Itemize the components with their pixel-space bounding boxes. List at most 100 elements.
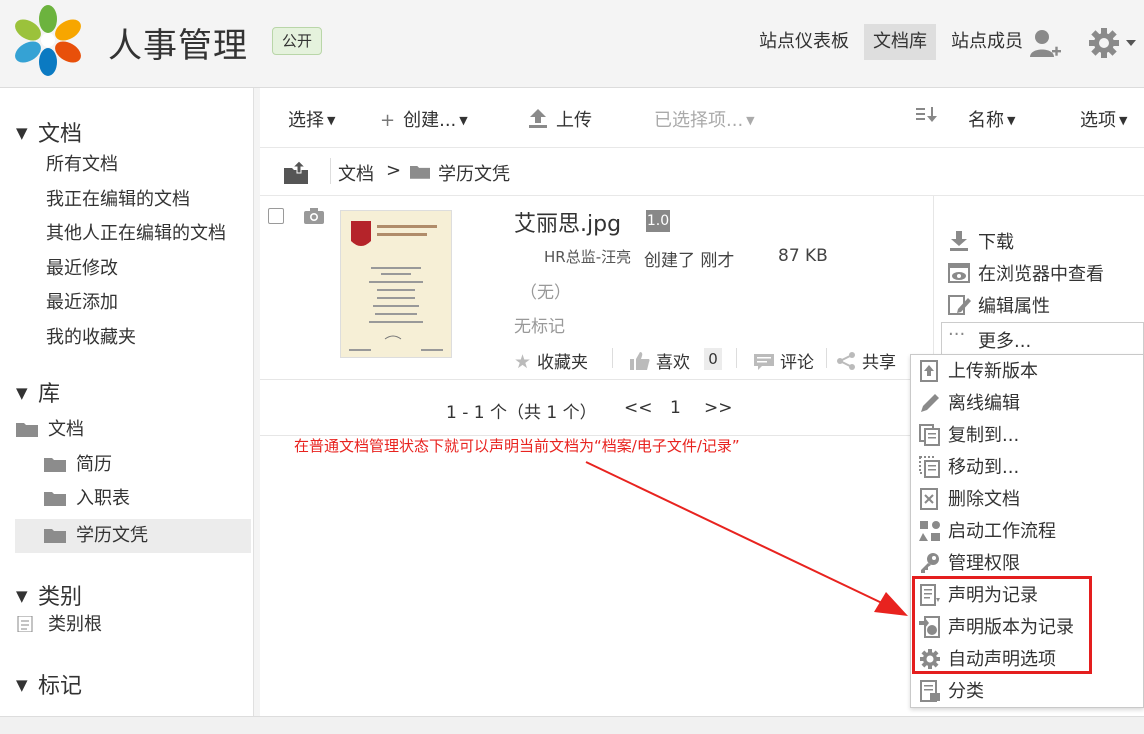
nav-site-dashboard[interactable]: 站点仪表板 [750, 24, 858, 60]
documents-section-toggle[interactable]: ▼ 文档 [16, 116, 82, 148]
document-name-link[interactable]: 艾丽思.jpg [514, 206, 621, 238]
download-label: 下载 [978, 232, 1014, 253]
categories-heading: 类别 [38, 585, 83, 610]
folder-icon [410, 166, 430, 179]
tags-section-toggle[interactable]: ▼ 标记 [16, 668, 82, 700]
upload-button[interactable]: 上传 [528, 106, 592, 132]
create-menu-button[interactable]: + 创建... ▼ [380, 106, 468, 132]
share-button[interactable]: 共享 [836, 348, 896, 373]
folder-label: 文档 [48, 419, 84, 440]
comment-button[interactable]: 评论 [754, 348, 814, 373]
caret-down-icon: ▼ [746, 114, 755, 127]
breadcrumb: 文档 > 学历文凭 [260, 148, 1144, 196]
download-icon [950, 231, 968, 251]
menu-item-label: 上传新版本 [948, 361, 1038, 382]
upload-label: 上传 [556, 110, 592, 131]
folder-onboarding-forms[interactable]: 入职表 [44, 482, 130, 516]
menu-item-copy-to[interactable]: 复制到... [919, 421, 1019, 451]
options-menu[interactable]: 选项 ▼ [1080, 106, 1127, 132]
classify-icon [920, 680, 940, 702]
category-root[interactable]: 类别根 [16, 608, 102, 642]
sidebar-link-favorites[interactable]: 我的收藏夹 [46, 323, 136, 349]
folder-up-icon[interactable] [284, 160, 308, 184]
menu-item-label: 离线编辑 [948, 393, 1020, 414]
favorite-label: 收藏夹 [537, 353, 589, 373]
menu-item-delete-document[interactable]: 删除文档 [919, 485, 1020, 515]
thumbs-up-icon [630, 352, 650, 370]
sort-field-label: 名称 [968, 110, 1004, 131]
star-icon: ★ [514, 351, 532, 373]
tags-heading: 标记 [38, 674, 83, 699]
pagination: 1 - 1 个（共 1 个） << 1 >> [260, 380, 910, 436]
folder-icon [16, 423, 38, 437]
view-in-browser-action[interactable]: 在浏览器中查看 [948, 260, 1104, 286]
camera-icon [304, 208, 324, 224]
select-menu-button[interactable]: 选择 ▼ [288, 106, 335, 132]
caret-down-icon: ▼ [327, 114, 336, 127]
sidebar-resize-handle[interactable] [253, 88, 260, 716]
sort-direction-button[interactable] [916, 106, 940, 127]
menu-item-label: 管理权限 [948, 553, 1020, 574]
selected-items-menu[interactable]: 已选择项... ▼ [654, 106, 755, 132]
sidebar-link-recently-modified[interactable]: 最近修改 [46, 254, 118, 280]
annotation-note: 在普通文档管理状态下就可以声明当前文档为“档案/电子文件/记录” [294, 437, 740, 455]
edit-properties-action[interactable]: 编辑属性 [948, 292, 1050, 318]
library-section-toggle[interactable]: ▼ 库 [16, 376, 60, 408]
folder-icon [44, 458, 66, 472]
comment-label: 评论 [780, 353, 814, 373]
menu-item-move-to[interactable]: 移动到... [919, 453, 1019, 483]
document-tags: 无标记 [514, 317, 565, 337]
share-icon [837, 352, 855, 370]
pagination-next[interactable]: >> [704, 398, 733, 418]
categories-section-toggle[interactable]: ▼ 类别 [16, 579, 82, 611]
alfresco-logo-icon[interactable] [12, 4, 84, 76]
menu-item-upload-new-version[interactable]: 上传新版本 [919, 357, 1038, 387]
folder-resume[interactable]: 简历 [44, 448, 112, 482]
more-actions-button[interactable]: ··· 更多... [941, 322, 1144, 354]
sidebar-link-recently-added[interactable]: 最近添加 [46, 288, 118, 314]
document-thumbnail[interactable] [340, 210, 452, 358]
breadcrumb-divider [330, 158, 331, 184]
version-badge: 1.0 [646, 210, 670, 232]
menu-item-start-workflow[interactable]: 启动工作流程 [919, 517, 1056, 547]
folder-label: 学历文凭 [76, 525, 148, 546]
more-label: 更多... [978, 331, 1032, 352]
gear-icon[interactable] [1088, 27, 1138, 59]
menu-item-label: 启动工作流程 [948, 521, 1056, 542]
download-action[interactable]: 下载 [948, 228, 1014, 254]
like-button[interactable]: 喜欢 [630, 348, 690, 373]
menu-item-label: 删除文档 [948, 489, 1020, 510]
pencil-icon [921, 394, 939, 412]
breadcrumb-root-link[interactable]: 文档 [338, 160, 374, 186]
document-select-checkbox[interactable] [268, 208, 284, 224]
sidebar-link-all-documents[interactable]: 所有文档 [46, 150, 118, 176]
sort-field-menu[interactable]: 名称 ▼ [968, 106, 1015, 132]
menu-item-edit-offline[interactable]: 离线编辑 [919, 389, 1020, 419]
pagination-prev[interactable]: << [624, 398, 653, 418]
nav-document-library[interactable]: 文档库 [864, 24, 936, 60]
nav-site-members[interactable]: 站点成员 [942, 24, 1032, 60]
action-separator [736, 348, 737, 368]
folder-diplomas[interactable]: 学历文凭 [44, 519, 148, 553]
pagination-current-page[interactable]: 1 [670, 398, 681, 418]
folder-icon [44, 492, 66, 506]
favorite-button[interactable]: ★ 收藏夹 [514, 348, 588, 373]
top-navigation: 站点仪表板 文档库 站点成员 [744, 24, 1032, 60]
documents-heading: 文档 [38, 122, 83, 147]
like-label: 喜欢 [656, 353, 690, 373]
breadcrumb-current-folder[interactable]: 学历文凭 [438, 160, 510, 186]
view-in-browser-label: 在浏览器中查看 [978, 264, 1104, 285]
folder-label: 简历 [76, 454, 112, 475]
upload-icon [529, 109, 547, 128]
folder-documents-root[interactable]: 文档 [16, 413, 84, 447]
add-user-icon[interactable] [1028, 27, 1062, 61]
key-icon [921, 553, 939, 573]
menu-item-classify[interactable]: 分类 [919, 677, 984, 707]
sort-descending-icon [916, 107, 937, 122]
menu-item-manage-permissions[interactable]: 管理权限 [919, 549, 1020, 579]
document-creator-link[interactable]: HR总监-汪亮 [544, 246, 631, 267]
sidebar-link-editing-by-others[interactable]: 其他人正在编辑的文档 [46, 219, 226, 245]
library-heading: 库 [38, 382, 61, 407]
footer-bar [0, 716, 1144, 734]
sidebar-link-editing-by-me[interactable]: 我正在编辑的文档 [46, 185, 190, 211]
